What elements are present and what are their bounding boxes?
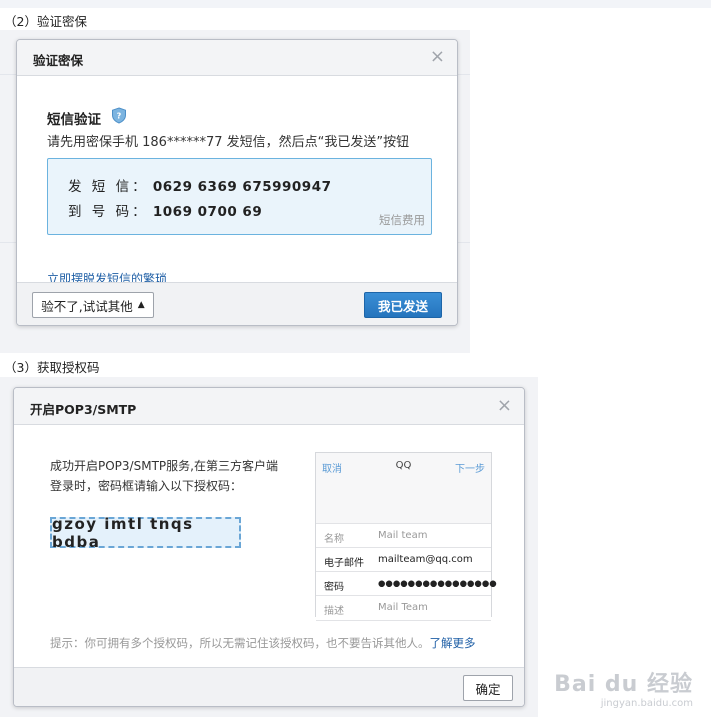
close-icon[interactable]: ×	[497, 397, 512, 415]
phone-nav-bar: 取消 QQ 下一步	[316, 453, 491, 479]
phone-row-key: 名称	[324, 534, 344, 545]
sent-button[interactable]: 我已发送	[364, 292, 442, 318]
phone-row-name: 名称 Mail team	[316, 523, 491, 548]
sms-number-label: 到 号 码：	[68, 204, 149, 220]
step3-label: （3）获取授权码	[4, 360, 100, 375]
phone-next: 下一步	[455, 464, 485, 475]
phone-row-value: Mail Team	[378, 602, 428, 613]
step3-screenshot: 开启POP3/SMTP × 成功开启POP3/SMTP服务,在第三方客户端 登录…	[0, 377, 538, 717]
dialog-title: 验证密保	[33, 53, 84, 68]
verify-security-dialog: 验证密保 × 短信验证 ? 请先用密保手机 186******77 发短信，然后…	[16, 39, 458, 326]
auth-code-dialog: 开启POP3/SMTP × 成功开启POP3/SMTP服务,在第三方客户端 登录…	[13, 387, 525, 707]
watermark-logo: Bai du 经验	[554, 672, 693, 697]
phone-row-description: 描述 Mail Team	[316, 595, 491, 621]
phone-mail-setup-preview: 取消 QQ 下一步 名称 Mail team 电子邮件 mailteam@qq.…	[315, 452, 497, 621]
sms-content-row: 发 短 信： 0629 6369 675990947	[68, 175, 331, 195]
step2-label: （2）验证密保	[4, 14, 87, 29]
sms-instruction: 请先用密保手机 186******77 发短信，然后点“我已发送”按钮	[47, 135, 410, 150]
baidu-jingyan-watermark: Bai du 经验 jingyan.baidu.com	[554, 666, 693, 709]
try-other-label: 验不了,试试其他	[41, 298, 133, 314]
watermark-url: jingyan.baidu.com	[600, 698, 693, 709]
dialog-footer: 确定	[14, 667, 524, 706]
success-message: 成功开启POP3/SMTP服务,在第三方客户端 登录时，密码框请输入以下授权码：	[50, 456, 278, 496]
dialog-footer: 验不了,试试其他 ▲ 我已发送	[17, 282, 457, 325]
dialog-header: 开启POP3/SMTP ×	[14, 388, 524, 425]
success-line-2: 登录时，密码框请输入以下授权码：	[50, 479, 243, 493]
sms-number-value: 1069 0700 69	[152, 204, 263, 220]
phone-row-password: 密码 ●●●●●●●●●●●●●●●●	[316, 571, 497, 596]
sms-fee-link[interactable]: 短信费用	[379, 212, 425, 228]
svg-text:?: ?	[117, 112, 122, 121]
sms-info-box: 发 短 信： 0629 6369 675990947 到 号 码： 1069 0…	[47, 158, 432, 235]
sms-number-row: 到 号 码： 1069 0700 69	[68, 200, 262, 220]
sms-content-value: 0629 6369 675990947	[152, 179, 332, 195]
shield-icon: ?	[111, 107, 127, 128]
ok-button[interactable]: 确定	[463, 675, 513, 701]
phone-row-key: 密码	[324, 582, 344, 593]
learn-more-link[interactable]: 了解更多	[430, 636, 476, 650]
phone-row-email: 电子邮件 mailteam@qq.com	[316, 547, 491, 572]
sms-heading-text: 短信验证	[47, 111, 101, 128]
tip-text: 提示：你可拥有多个授权码，所以无需记住该授权码，也不要告诉其他人。了解更多	[50, 635, 476, 651]
step2-screenshot: 验证密保 × 短信验证 ? 请先用密保手机 186******77 发短信，然后…	[0, 30, 470, 353]
phone-row-key: 描述	[324, 606, 344, 617]
phone-row-value: mailteam@qq.com	[378, 554, 473, 565]
sms-content-label: 发 短 信：	[68, 179, 149, 195]
success-line-1: 成功开启POP3/SMTP服务,在第三方客户端	[50, 459, 278, 473]
sms-heading: 短信验证 ?	[47, 107, 127, 128]
try-other-button[interactable]: 验不了,试试其他 ▲	[32, 292, 154, 318]
dialog-header: 验证密保 ×	[17, 40, 457, 76]
phone-row-value: ●●●●●●●●●●●●●●●●	[378, 579, 497, 589]
close-icon[interactable]: ×	[430, 48, 445, 66]
tip-message: 提示：你可拥有多个授权码，所以无需记住该授权码，也不要告诉其他人。	[50, 636, 430, 650]
phone-row-value: Mail team	[378, 530, 428, 541]
dialog-title: 开启POP3/SMTP	[30, 402, 137, 417]
phone-row-key: 电子邮件	[324, 558, 364, 569]
top-strip	[0, 0, 711, 8]
auth-code-box: gzoy imtl tnqs bdba	[50, 515, 241, 551]
caret-up-icon: ▲	[137, 300, 145, 310]
